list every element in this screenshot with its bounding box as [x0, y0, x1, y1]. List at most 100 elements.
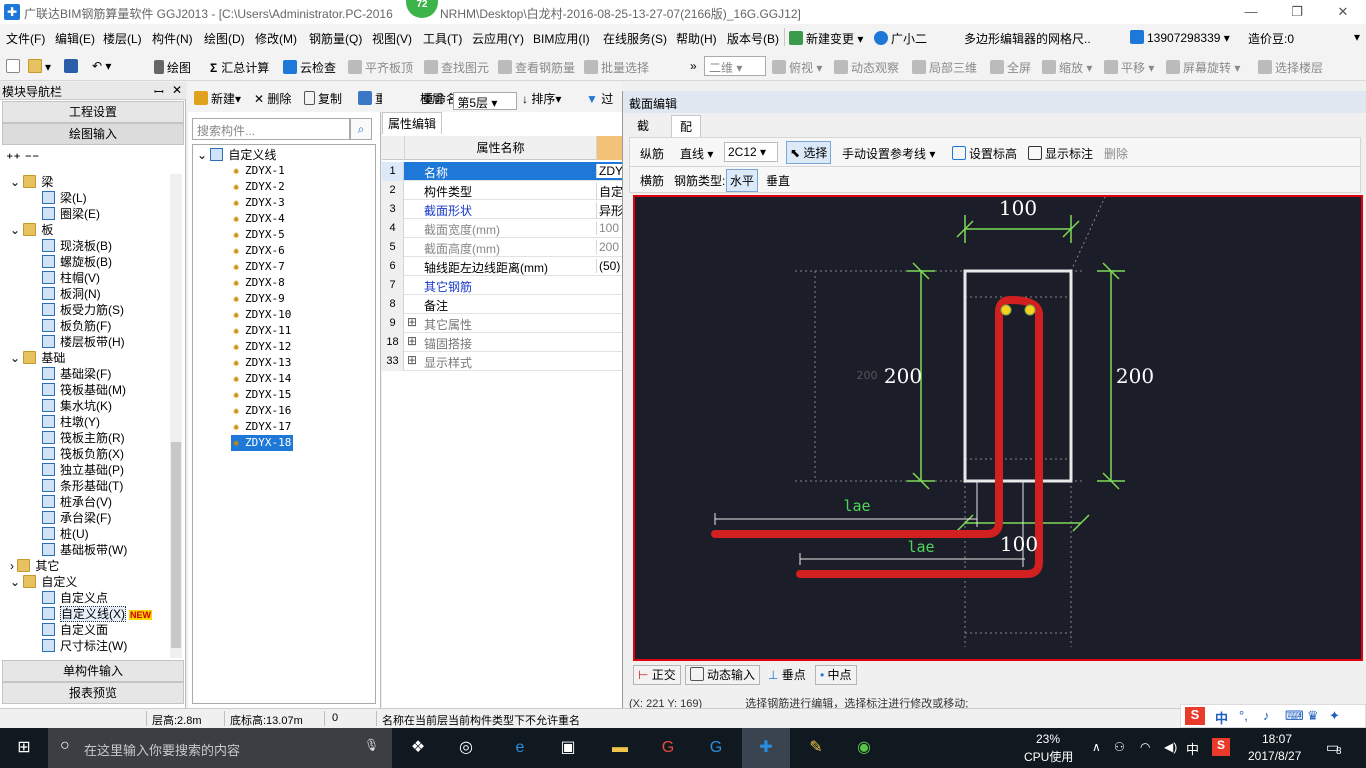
section-canvas[interactable]: 100 200 200 100 200 lae lae: [633, 195, 1363, 661]
filter-button[interactable]: ▼ 过: [586, 90, 613, 107]
property-row[interactable]: 8 备注: [382, 295, 622, 314]
nav-item[interactable]: 承台梁(F): [42, 510, 111, 526]
expand-toggle-icon[interactable]: ⌄: [10, 175, 23, 189]
ortho-toggle[interactable]: ⊢ 正交: [633, 665, 681, 685]
dim-bottom-text[interactable]: 100: [1000, 532, 1038, 556]
more-chevron-icon[interactable]: ▾: [1354, 30, 1360, 44]
expand-toggle-icon[interactable]: ⌄: [10, 223, 23, 237]
select-floor-button[interactable]: 选择楼层: [1258, 59, 1323, 76]
expand-toggle-icon[interactable]: ›: [10, 559, 17, 573]
property-row[interactable]: ⊞ 18 锚固搭接: [382, 333, 622, 352]
component-item[interactable]: ✺ ZDYX-10: [233, 307, 291, 323]
delete-rebar-button[interactable]: 删除: [1104, 145, 1128, 162]
draw-button[interactable]: 绘图: [154, 59, 191, 76]
rebar-point-1[interactable]: [1000, 304, 1012, 316]
menu-modify[interactable]: 修改(M): [255, 30, 297, 47]
assistant-button[interactable]: 广小二: [874, 30, 927, 47]
expand-group-icon[interactable]: ⊞: [407, 315, 417, 329]
nav-item[interactable]: 桩承台(V): [42, 494, 112, 510]
undo-icon[interactable]: ↶ ▾: [92, 59, 111, 73]
expand-group-icon[interactable]: ⊞: [407, 353, 417, 367]
nav-item[interactable]: 自定义面: [42, 622, 108, 638]
midpoint-toggle[interactable]: • 中点: [815, 665, 857, 685]
nav-item[interactable]: 楼层板带(H): [42, 334, 125, 350]
tools-icon[interactable]: ✦: [1329, 708, 1340, 724]
tray-chevron-icon[interactable]: ∧: [1092, 740, 1101, 754]
show-label-button[interactable]: 显示标注: [1028, 145, 1093, 162]
property-row[interactable]: ⊞ 33 显示样式: [382, 352, 622, 371]
single-input-button[interactable]: 单构件输入: [2, 660, 184, 682]
property-value[interactable]: 100: [596, 221, 622, 235]
component-item[interactable]: ✺ ZDYX-5: [233, 227, 285, 243]
find-element-button[interactable]: 查找图元: [424, 59, 489, 76]
property-row[interactable]: 3 截面形状 异形: [382, 200, 622, 219]
select-button[interactable]: ⬉ 选择: [786, 141, 832, 164]
edge-icon[interactable]: e: [496, 728, 544, 768]
property-row[interactable]: 1 名称 ZDYX-: [382, 162, 622, 181]
nav-folder[interactable]: ⌄ 基础: [10, 350, 65, 366]
vertical-button[interactable]: 垂直: [766, 172, 790, 189]
menu-file[interactable]: 文件(F): [6, 30, 45, 47]
people-icon[interactable]: ⚇: [1114, 740, 1125, 754]
line-type-select[interactable]: 直线 ▾: [680, 145, 713, 162]
tray-sogou-icon[interactable]: S: [1212, 738, 1230, 756]
store-icon[interactable]: ▣: [544, 728, 592, 768]
manual-ref-button[interactable]: 手动设置参考线 ▾: [842, 145, 935, 162]
component-item[interactable]: ✺ ZDYX-6: [233, 243, 285, 259]
collapse-toggle-icon[interactable]: ⌄: [197, 148, 210, 162]
dynamic-view-button[interactable]: 动态观察: [834, 59, 899, 76]
property-row[interactable]: 7 其它钢筋: [382, 276, 622, 295]
nav-scrollbar[interactable]: [170, 174, 182, 658]
close-icon[interactable]: ✕: [172, 83, 182, 97]
nav-item[interactable]: 条形基础(T): [42, 478, 123, 494]
nav-item[interactable]: 独立基础(P): [42, 462, 124, 478]
clock-time[interactable]: 18:07: [1262, 732, 1292, 746]
new-change-button[interactable]: 新建变更 ▾: [789, 30, 863, 47]
windows-start-icon[interactable]: ⊞: [0, 728, 48, 768]
taskbar-search[interactable]: ○ 在这里输入你要搜索的内容 🎙: [48, 728, 392, 768]
tab-section[interactable]: 截面: [629, 115, 657, 155]
nav-folder[interactable]: ⌄ 板: [10, 222, 53, 238]
component-item[interactable]: ✺ ZDYX-9: [233, 291, 285, 307]
rebar-point-2[interactable]: [1024, 304, 1036, 316]
dimension-lines[interactable]: [907, 215, 1125, 532]
expand-toggle-icon[interactable]: ⌄: [10, 351, 23, 365]
component-item[interactable]: ✺ ZDYX-2: [233, 179, 285, 195]
nav-item[interactable]: 板洞(N): [42, 286, 101, 302]
component-item[interactable]: ✺ ZDYX-1: [233, 163, 285, 179]
property-value[interactable]: 自定: [596, 183, 622, 200]
menu-floor[interactable]: 楼层(L): [103, 30, 142, 47]
top-view-button[interactable]: 俯视 ▾: [772, 59, 822, 76]
glodon-app-icon[interactable]: G: [644, 728, 692, 768]
notice-text[interactable]: 多边形编辑器的网格尺..: [964, 30, 1091, 47]
view-rebar-button[interactable]: 查看钢筋量: [498, 59, 575, 76]
sum-calc-button[interactable]: Σ 汇总计算: [210, 59, 269, 76]
property-row[interactable]: 4 截面宽度(mm) 100: [382, 219, 622, 238]
property-value[interactable]: ZDYX-: [596, 164, 622, 178]
property-row[interactable]: ⊞ 9 其它属性: [382, 314, 622, 333]
nav-item[interactable]: 尺寸标注(W): [42, 638, 127, 654]
floor-select[interactable]: 第5层 ▾: [453, 92, 518, 110]
account-button[interactable]: 13907298339 ▾: [1130, 30, 1230, 45]
tab-reinforcement[interactable]: 配筋: [671, 115, 702, 156]
nav-item[interactable]: 板负筋(F): [42, 318, 111, 334]
menu-edit[interactable]: 编辑(E): [55, 30, 95, 47]
file-explorer-icon[interactable]: ▬: [596, 728, 644, 768]
expand-all-icon[interactable]: ⁺⁺ ⁻⁻: [6, 150, 39, 167]
menu-help[interactable]: 帮助(H): [676, 30, 717, 47]
nav-item[interactable]: 螺旋板(B): [42, 254, 112, 270]
maximize-button[interactable]: ❐: [1274, 2, 1320, 22]
view-mode-select[interactable]: 二维 ▾: [704, 56, 766, 76]
cloud-check-button[interactable]: 云检查: [283, 59, 336, 76]
dim-left-text[interactable]: 200: [884, 364, 922, 388]
component-item[interactable]: ✺ ZDYX-14: [233, 371, 291, 387]
component-item[interactable]: ✺ ZDYX-15: [233, 387, 291, 403]
zoom-button[interactable]: 缩放 ▾: [1042, 59, 1092, 76]
component-item[interactable]: ✺ ZDYX-16: [233, 403, 291, 419]
open-folder-icon[interactable]: ▾: [28, 59, 51, 74]
local-3d-button[interactable]: 局部三维: [912, 59, 977, 76]
menu-version[interactable]: 版本号(B): [727, 30, 779, 47]
nav-item[interactable]: 桩(U): [42, 526, 89, 542]
expand-group-icon[interactable]: ⊞: [407, 334, 417, 348]
batch-select-button[interactable]: 批量选择: [584, 59, 649, 76]
